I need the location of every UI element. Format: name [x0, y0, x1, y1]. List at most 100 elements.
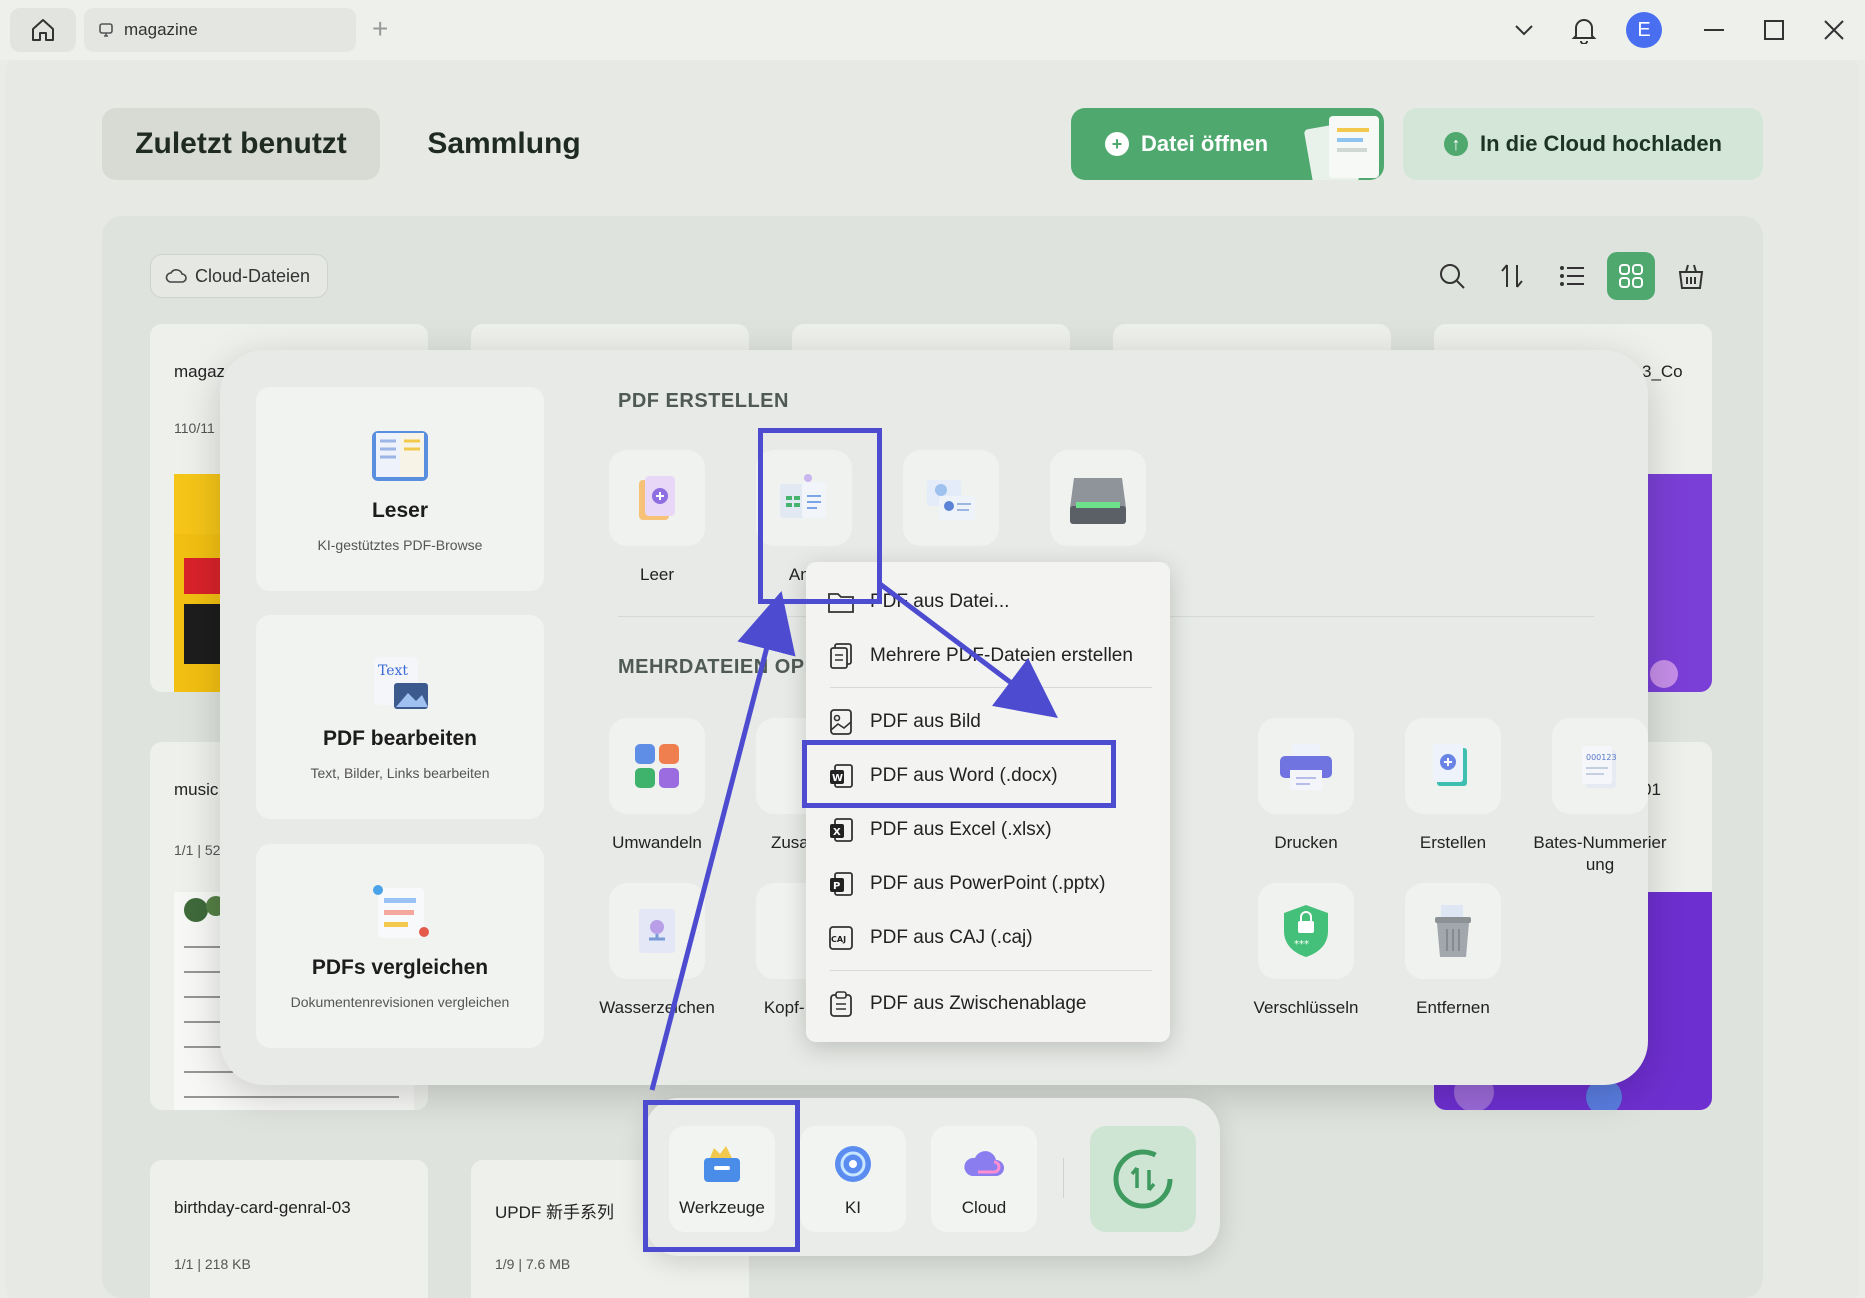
menu-item-label: PDF aus CAJ (.caj) — [870, 927, 1033, 948]
menu-item-from-clipboard[interactable]: PDF aus Zwischenablage — [806, 982, 1170, 1026]
tool-encrypt[interactable]: *** Verschlüsseln — [1246, 883, 1366, 1019]
edit-pdf-card[interactable]: Text PDF bearbeiten Text, Bilder, Links … — [256, 615, 544, 819]
open-file-label: Datei öffnen — [1141, 131, 1269, 156]
sync-icon — [1113, 1149, 1173, 1209]
tool-blank[interactable]: Leer — [597, 450, 717, 586]
section-multi-file: MEHRDATEIEN OPE — [618, 656, 819, 678]
tab-collection[interactable]: Sammlung — [404, 108, 604, 180]
notification-bell-icon[interactable] — [1566, 10, 1602, 50]
user-avatar[interactable]: E — [1626, 10, 1662, 50]
dock-cloud-button[interactable]: Cloud — [931, 1126, 1037, 1232]
reader-title: Leser — [371, 499, 429, 522]
cloud-files-chip[interactable]: Cloud-Dateien — [150, 254, 328, 298]
open-file-button[interactable]: + Datei öffnen — [1071, 108, 1384, 180]
menu-item-from-powerpoint[interactable]: P PDF aus PowerPoint (.pptx) — [806, 862, 1170, 906]
caj-icon: CAJ — [829, 926, 853, 950]
tool-create-label: Erstellen — [1419, 833, 1487, 852]
tool-watermark-label: Wasserzeichen — [599, 998, 715, 1017]
printer-icon — [1280, 744, 1332, 790]
menu-item-label: PDF aus PowerPoint (.pptx) — [870, 873, 1106, 894]
menu-item-label: PDF aus Datei... — [870, 591, 1010, 612]
shield-lock-icon: *** — [1284, 905, 1328, 957]
tool-scanner[interactable] — [1038, 450, 1158, 564]
file-meta: 1/1 | 218 KB — [174, 1256, 251, 1272]
reader-subtitle: KI-gestütztes PDF-Browse — [317, 537, 483, 553]
maximize-icon[interactable] — [1756, 10, 1792, 50]
document-tab-icon — [99, 23, 113, 37]
highlight-other-tool — [758, 428, 882, 604]
chevron-down-icon[interactable] — [1506, 10, 1542, 50]
svg-text:P: P — [833, 881, 840, 892]
documents-illustration — [1304, 116, 1379, 180]
file-title: UPDF 新手系列 — [495, 1203, 614, 1222]
menu-item-from-image[interactable]: PDF aus Bild — [806, 700, 1170, 744]
sort-icon[interactable] — [1492, 256, 1532, 296]
svg-text:000123: 000123 — [1586, 753, 1617, 762]
grid-view-icon[interactable] — [1607, 252, 1655, 300]
file-title: 3_Co — [1642, 362, 1683, 381]
reader-card[interactable]: Leser KI-gestütztes PDF-Browse — [256, 387, 544, 591]
compare-icon — [373, 885, 429, 938]
new-tab-button[interactable]: + — [372, 14, 388, 44]
search-icon[interactable] — [1432, 256, 1472, 296]
powerpoint-icon: P — [830, 872, 853, 896]
svg-text:Text: Text — [378, 663, 408, 679]
close-icon[interactable] — [1816, 10, 1852, 50]
scanner-icon — [1070, 478, 1126, 524]
file-card[interactable]: birthday-card-genral-03 1/1 | 218 KB — [150, 1160, 428, 1298]
minimize-icon[interactable] — [1696, 10, 1732, 50]
tool-scan-card[interactable] — [891, 450, 1011, 564]
tool-remove[interactable]: Entfernen — [1393, 883, 1513, 1019]
trash-icon — [1435, 905, 1471, 957]
compare-pdf-title: PDFs vergleichen — [311, 956, 489, 979]
section-create-pdf: PDF ERSTELLEN — [618, 390, 789, 412]
tool-print[interactable]: Drucken — [1246, 718, 1366, 854]
tool-convert[interactable]: Umwandeln — [597, 718, 717, 854]
tool-encrypt-label: Verschlüsseln — [1253, 998, 1359, 1017]
upload-arrow-icon: ↑ — [1444, 132, 1468, 156]
basket-icon[interactable] — [1671, 256, 1711, 296]
dock-sync-button[interactable] — [1090, 1126, 1196, 1232]
id-card-icon — [927, 480, 975, 520]
file-meta: 1/1 | 52 — [174, 842, 221, 858]
menu-separator — [830, 970, 1152, 971]
document-tab[interactable]: magazine — [84, 8, 356, 52]
menu-item-label: Mehrere PDF-Dateien erstellen — [870, 645, 1133, 666]
menu-item-from-excel[interactable]: X PDF aus Excel (.xlsx) — [806, 808, 1170, 852]
menu-item-from-caj[interactable]: CAJ PDF aus CAJ (.caj) — [806, 916, 1170, 960]
menu-item-label: PDF aus Excel (.xlsx) — [870, 819, 1052, 840]
tool-bates-label: Bates-Nummerier ung — [1533, 833, 1667, 874]
file-title: magaz — [174, 362, 226, 381]
cloud-icon — [165, 269, 187, 283]
tab-recent[interactable]: Zuletzt benutzt — [102, 108, 380, 180]
dock-ai-button[interactable]: KI — [800, 1126, 906, 1232]
menu-item-label: PDF aus Bild — [870, 711, 981, 732]
upload-cloud-label: In die Cloud hochladen — [1480, 131, 1722, 156]
highlight-tools-dock — [643, 1100, 800, 1252]
edit-text-icon: Text — [374, 657, 428, 709]
cloud-icon — [964, 1151, 1004, 1176]
tool-bates[interactable]: 000123 Bates-Nummerier ung — [1525, 718, 1675, 876]
create-pdf-icon — [1433, 744, 1467, 786]
bates-numbering-icon: 000123 — [1582, 746, 1617, 788]
home-button[interactable] — [10, 8, 76, 52]
dock-divider — [1063, 1158, 1064, 1198]
dock-cloud-label: Cloud — [961, 1198, 1007, 1217]
document-tab-label: magazine — [124, 20, 198, 39]
book-icon — [372, 431, 428, 481]
tool-print-label: Drucken — [1274, 833, 1338, 852]
svg-text:***: *** — [1294, 939, 1309, 950]
watermark-icon — [639, 909, 675, 953]
ai-orb-icon — [835, 1146, 871, 1182]
upload-cloud-button[interactable]: ↑ In die Cloud hochladen — [1403, 108, 1763, 180]
list-view-icon[interactable] — [1552, 256, 1592, 296]
tool-create[interactable]: Erstellen — [1393, 718, 1513, 854]
edit-pdf-title: PDF bearbeiten — [322, 727, 478, 750]
dock-ai-label: KI — [844, 1198, 862, 1217]
file-title: music — [174, 780, 219, 799]
excel-icon: X — [830, 818, 853, 842]
compare-pdf-card[interactable]: PDFs vergleichen Dokumentenrevisionen ve… — [256, 844, 544, 1048]
menu-item-multiple-files[interactable]: Mehrere PDF-Dateien erstellen — [806, 634, 1170, 678]
plus-circle-icon: + — [1105, 132, 1129, 156]
tool-watermark[interactable]: Wasserzeichen — [597, 883, 717, 1019]
